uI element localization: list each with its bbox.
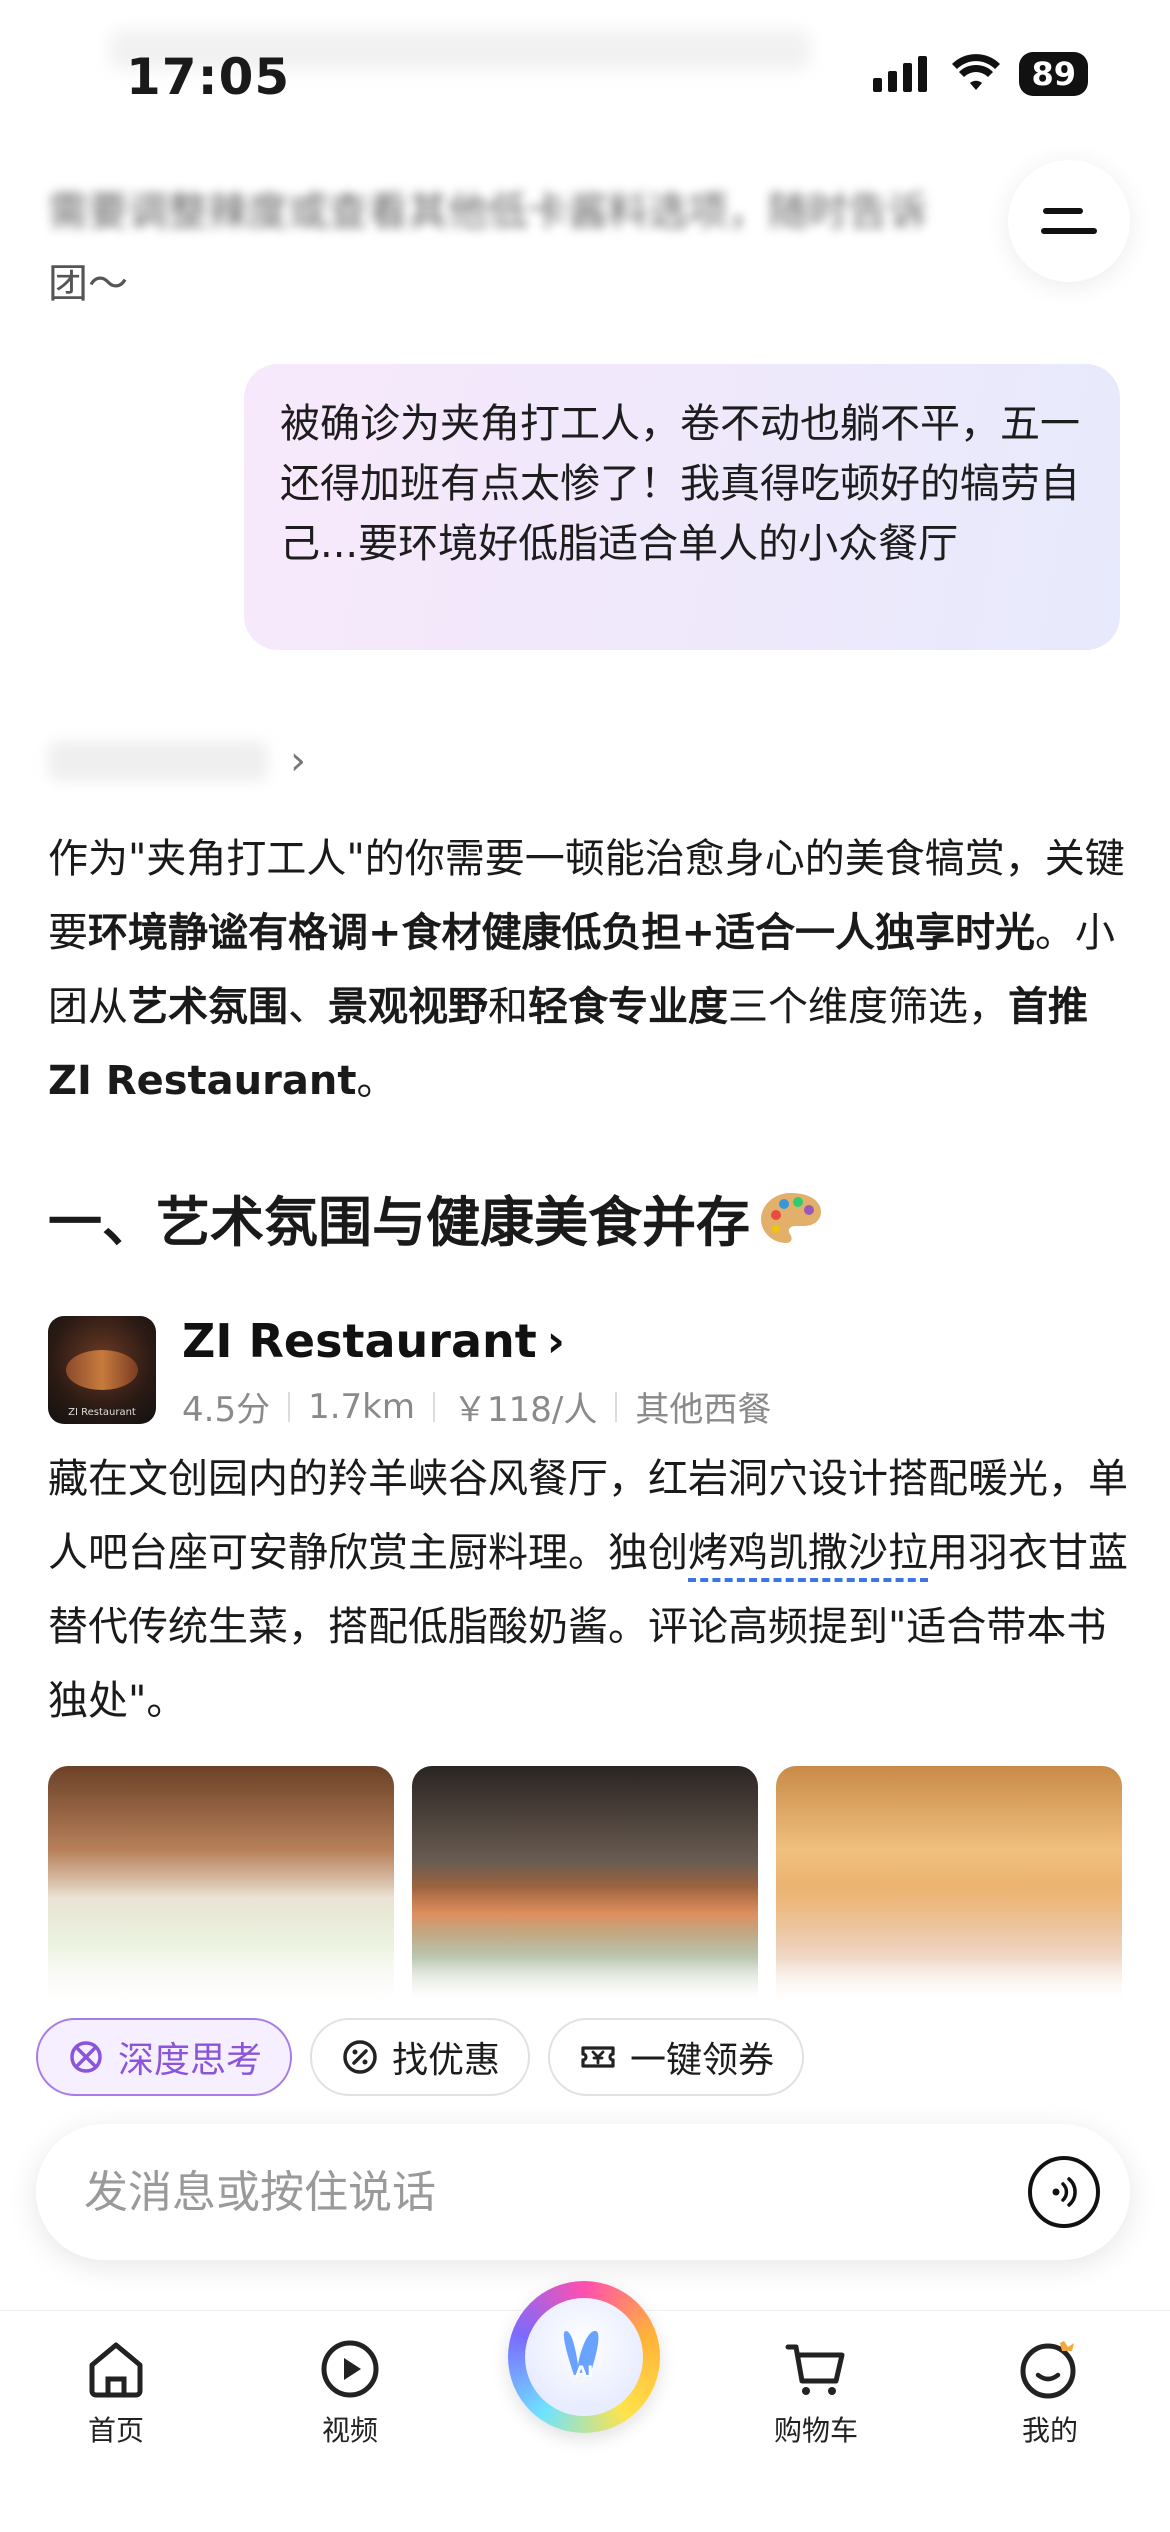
wifi-icon (952, 54, 1001, 90)
tab-home[interactable]: 首页 (36, 2333, 196, 2449)
tab-label: 购物车 (773, 2414, 858, 2447)
tab-profile[interactable]: 我的 (970, 2333, 1130, 2449)
restaurant-name: ZI Restaurant (182, 1314, 537, 1368)
restaurant-description: 藏在文创园内的羚羊峡谷风餐厅，红岩洞穴设计搭配暖光，单人吧台座可安静欣赏主厨料理… (48, 1442, 1128, 1738)
restaurant-rating: 4.5分 (182, 1390, 271, 1430)
tab-video[interactable]: 视频 (270, 2333, 430, 2449)
cellular-signal-icon (873, 56, 928, 92)
chip-claim-coupon[interactable]: 一键领券 (548, 2018, 805, 2096)
answer-bold-text: 环境静谧有格调+食材健康低负担+适合一人独享时光 (88, 910, 1036, 956)
voice-button[interactable] (1028, 2156, 1100, 2228)
coupon-icon (578, 2037, 618, 2077)
svg-text:AI: AI (575, 2362, 593, 2381)
photo-fade (48, 1886, 394, 2006)
quick-action-chips: 深度思考 找优惠 一键领券 (36, 2018, 805, 2096)
photo-salad[interactable] (48, 1766, 394, 2006)
chip-label: 深度思考 (118, 2040, 263, 2081)
divider (432, 1391, 435, 1422)
restaurant-name-link[interactable]: ZI Restaurant › (182, 1314, 565, 1368)
home-icon (89, 2342, 143, 2398)
menu-icon (1043, 208, 1083, 214)
user-message-bubble[interactable]: 被确诊为夹角打工人，卷不动也躺不平，五一还得加班有点太惨了！我真得吃顿好的犒劳自… (244, 364, 1120, 650)
thumbnail-dish (66, 1350, 138, 1390)
chevron-right-icon: › (546, 1315, 565, 1367)
restaurant-category: 其他西餐 (635, 1390, 772, 1430)
cart-icon (785, 2344, 845, 2395)
previous-message-line: 需要调整辣度或查看其他低卡酱料选项，随时告诉 (48, 189, 928, 235)
divider (615, 1391, 618, 1422)
deep-think-icon (66, 2037, 106, 2077)
tab-cart[interactable]: 购物车 (736, 2333, 896, 2449)
user-message-text: 被确诊为夹角打工人，卷不动也躺不平，五一还得加班有点太惨了！我真得吃顿好的犒劳自… (280, 401, 1080, 567)
answer-bold-text: 景观视野 (328, 984, 488, 1030)
ai-assistant-button[interactable]: AI (508, 2281, 660, 2433)
chevron-right-icon: › (290, 738, 306, 784)
chip-label: 一键领券 (630, 2040, 775, 2081)
ai-assistant-icon: AI (525, 2298, 643, 2416)
chip-deep-think[interactable]: 深度思考 (36, 2018, 293, 2096)
answer-bold-text: 轻食专业度 (528, 984, 728, 1030)
photo-bread[interactable] (776, 1766, 1122, 2006)
battery-indicator: 89 (1019, 52, 1088, 96)
answer-text: 和 (488, 984, 528, 1030)
tab-label: 首页 (87, 2414, 144, 2447)
discount-icon (340, 2037, 380, 2077)
bottom-tab-bar: 首页 视频 AI 购物车 我的 (0, 2281, 1170, 2532)
answer-text: 。 (356, 1058, 397, 1104)
restaurant-card[interactable]: ZI Restaurant ZI Restaurant › 4.5分 1.7km… (48, 1314, 1128, 1430)
photo-fade (412, 1886, 758, 2006)
previous-message-line: 团～ (48, 261, 128, 307)
section-title: 一、艺术氛围与健康美食并存 (48, 1178, 824, 1257)
message-input-bar (36, 2124, 1130, 2260)
answer-paragraph: 作为"夹角打工人"的你需要一顿能治愈身心的美食犒赏，关键要环境静谧有格调+食材健… (48, 822, 1128, 1118)
restaurant-price: ￥118/人 (452, 1390, 598, 1430)
tab-label: 我的 (1021, 2414, 1078, 2447)
thinking-toggle[interactable]: › (48, 738, 306, 784)
restaurant-meta: 4.5分 1.7km ￥118/人 其他西餐 (182, 1382, 771, 1431)
palette-emoji-icon (761, 1192, 821, 1243)
thumbnail-caption: ZI Restaurant (68, 1407, 136, 1418)
video-icon (321, 2340, 379, 2398)
dish-link[interactable]: 烤鸡凯撒沙拉 (688, 1530, 928, 1582)
voice-wave-icon (1052, 2177, 1077, 2207)
answer-text: 、 (288, 984, 328, 1030)
divider (288, 1391, 291, 1422)
section-title-text: 一、艺术氛围与健康美食并存 (48, 1191, 750, 1254)
restaurant-distance: 1.7km (308, 1386, 415, 1427)
answer-text: 三个维度筛选， (728, 984, 1008, 1030)
profile-icon (1020, 2341, 1076, 2399)
answer-bold-text: 艺术氛围 (128, 984, 288, 1030)
chip-find-discount[interactable]: 找优惠 (310, 2018, 531, 2096)
photo-dish[interactable] (412, 1766, 758, 2006)
photo-fade (776, 1886, 1122, 2006)
status-time: 17:05 (126, 48, 291, 106)
status-bar: 17:05 89 (0, 0, 1170, 150)
menu-button[interactable] (1008, 160, 1130, 282)
restaurant-photos (48, 1766, 1122, 2006)
tab-label: 视频 (321, 2414, 378, 2447)
restaurant-thumbnail[interactable]: ZI Restaurant (48, 1316, 156, 1424)
menu-icon-bar (1041, 228, 1097, 234)
chip-label: 找优惠 (392, 2040, 501, 2081)
previous-message: 需要调整辣度或查看其他低卡酱料选项，随时告诉 团～ (48, 176, 1028, 320)
status-icons: 89 (873, 52, 1088, 96)
thinking-label-blurred (48, 741, 268, 781)
message-input[interactable] (84, 2166, 1028, 2218)
